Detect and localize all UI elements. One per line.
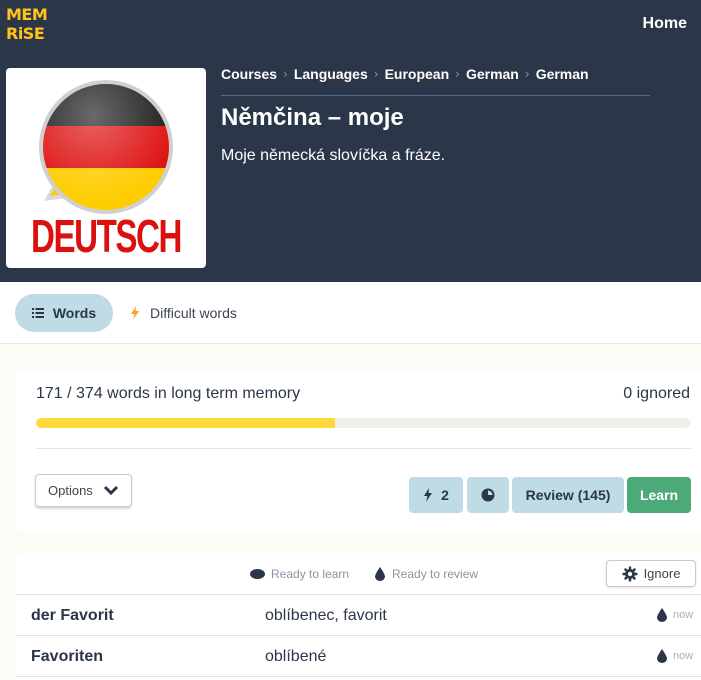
review-button[interactable]: Review (145) [512, 477, 624, 513]
tab-words-label: Words [52, 305, 97, 321]
word-list: Ready to learn Ready to review Ignore de… [16, 553, 701, 680]
tab-words[interactable]: Words [15, 294, 113, 332]
clock-icon [481, 488, 495, 502]
legend-ready-to-learn: Ready to learn [250, 567, 349, 581]
breadcrumb-courses[interactable]: Courses [221, 66, 277, 82]
speed-review-button[interactable]: 2 [409, 477, 463, 513]
table-row[interactable]: der Favorit oblíbenec, favorit now [16, 595, 701, 636]
review-due-text: now [673, 650, 694, 662]
options-dropdown[interactable]: Options [35, 474, 132, 507]
chevron-right-icon: › [373, 67, 379, 81]
ignore-label: Ignore [643, 566, 681, 581]
timed-review-button[interactable] [467, 477, 509, 513]
chevron-right-icon: › [455, 67, 460, 81]
water-drop-icon [657, 649, 667, 663]
course-description: Moje německá slovíčka a fráze. [221, 147, 446, 164]
long-term-memory-count: 171 / 374 words in long term memory [36, 385, 301, 402]
speed-review-count: 2 [441, 487, 449, 503]
definition-text: oblíbenec, favorit [265, 607, 387, 624]
legend-ready-to-review: Ready to review [375, 567, 478, 581]
gear-icon [622, 566, 638, 581]
breadcrumb-european[interactable]: European [385, 66, 450, 82]
water-drop-icon [375, 567, 385, 581]
breadcrumb-german-2[interactable]: German [536, 66, 589, 82]
legend-review-label: Ready to review [392, 567, 479, 581]
header-bar: MEM RiSE Home DEUTSCH Courses › Language… [0, 0, 701, 282]
tab-difficult-words[interactable]: Difficult words [130, 294, 237, 332]
review-due: now [657, 608, 693, 622]
eye-icon [250, 569, 265, 579]
deutsch-caption: DEUTSCH [31, 210, 181, 262]
progress-bar [36, 418, 691, 428]
word-text: der Favorit [31, 607, 114, 624]
options-label: Options [48, 483, 93, 498]
breadcrumb-languages[interactable]: Languages [294, 66, 368, 82]
memrise-logo[interactable]: MEM RiSE [6, 6, 48, 48]
review-due: now [657, 649, 693, 663]
chevron-right-icon: › [283, 67, 288, 81]
lightning-icon [131, 306, 139, 320]
german-flag-bubble-icon: DEUTSCH [31, 80, 183, 262]
tab-difficult-label: Difficult words [150, 305, 237, 321]
lightning-icon [424, 488, 433, 502]
review-due-text: now [673, 609, 694, 621]
logo-line-2: RiSE [6, 24, 45, 43]
chevron-right-icon: › [524, 67, 530, 81]
course-image: DEUTSCH [6, 68, 206, 268]
chevron-down-icon [103, 485, 118, 496]
word-text: Favoriten [31, 648, 104, 665]
table-row[interactable]: Favoriten oblíbené now [16, 636, 701, 677]
progress-card: 171 / 374 words in long term memory 0 ig… [16, 370, 701, 532]
learn-button[interactable]: Learn [627, 477, 691, 513]
ignore-button[interactable]: Ignore [606, 560, 696, 587]
list-icon [31, 308, 44, 318]
home-link[interactable]: Home [643, 15, 687, 33]
breadcrumb-german-1[interactable]: German [466, 66, 519, 82]
breadcrumb: Courses › Languages › European › German … [221, 64, 650, 96]
course-title: Němčina – moje [221, 104, 404, 131]
definition-text: oblíbené [265, 648, 327, 665]
progress-bar-fill [36, 418, 336, 428]
logo-line-1: MEM [6, 5, 48, 24]
course-tabs: Words Difficult words [0, 282, 701, 344]
legend-learn-label: Ready to learn [271, 567, 350, 581]
water-drop-icon [657, 608, 667, 622]
ignored-count: 0 ignored [623, 385, 690, 402]
divider [36, 448, 691, 449]
